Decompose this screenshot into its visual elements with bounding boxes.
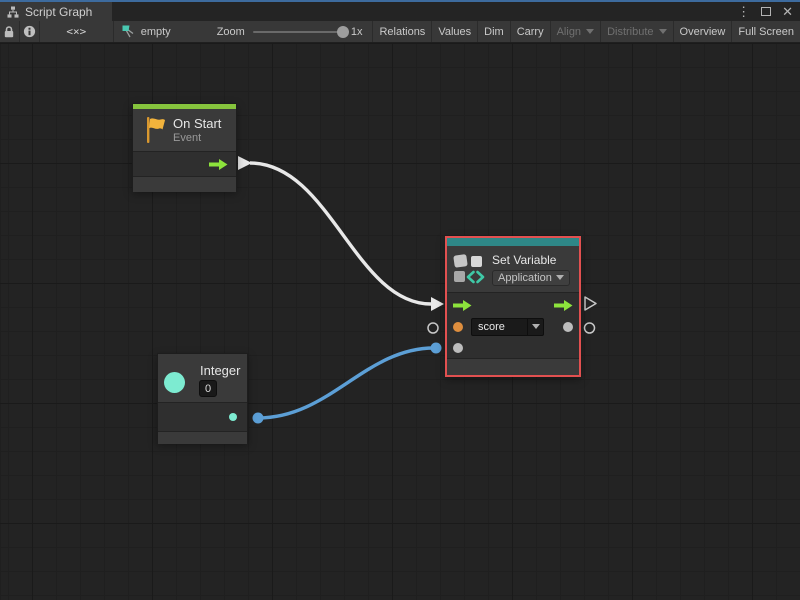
focus-accent-line	[0, 0, 800, 2]
relations-button[interactable]: Relations	[372, 21, 432, 42]
node-titles: On Start Event	[173, 116, 221, 144]
flow-output-pin[interactable]	[585, 297, 596, 310]
zoom-control: Zoom 1x	[181, 21, 373, 42]
graph-toolbar: <×> empty Zoom 1x Relations Values Dim C…	[0, 21, 800, 43]
toolbar-right-group: Relations Values Dim Carry Align Distrib…	[372, 21, 800, 42]
title-bar: Script Graph ⋮ ✕	[0, 0, 800, 21]
chevron-down-icon	[659, 29, 667, 34]
flow-connection-wire[interactable]	[250, 163, 431, 304]
node-footer	[447, 359, 579, 375]
flow-input-port[interactable]	[453, 299, 472, 312]
graph-reference[interactable]: empty	[114, 21, 181, 42]
tab-script-graph[interactable]: Script Graph	[0, 2, 112, 21]
name-input-pin[interactable]	[428, 323, 438, 333]
integer-value-field[interactable]: 0	[199, 380, 217, 397]
inspect-button[interactable]	[20, 21, 40, 42]
flow-wire-end-arrow	[431, 297, 444, 311]
info-icon	[23, 25, 36, 38]
variable-accent-bar	[447, 238, 579, 246]
node-title: Integer	[200, 363, 240, 378]
zoom-slider[interactable]	[253, 31, 343, 33]
distribute-button: Distribute	[601, 21, 673, 42]
close-icon[interactable]: ✕	[782, 5, 793, 18]
set-variable-icon	[452, 252, 486, 286]
zoom-slider-handle[interactable]	[337, 26, 349, 38]
variable-kind-dropdown[interactable]: Application	[492, 270, 570, 286]
chevron-down-icon	[586, 29, 594, 34]
graph-ref-label: empty	[141, 26, 171, 38]
flow-port-row	[447, 295, 579, 316]
node-ports	[133, 152, 236, 176]
script-graph-window: Script Graph ⋮ ✕ <×>	[0, 0, 800, 600]
value-output-port[interactable]	[229, 413, 237, 421]
values-button[interactable]: Values	[432, 21, 478, 42]
variable-name-dropdown-button[interactable]	[527, 318, 544, 336]
graph-ref-icon	[122, 25, 136, 38]
flow-wire-start-arrow[interactable]	[238, 156, 252, 170]
tab-label: Script Graph	[25, 5, 92, 19]
node-header: Set Variable Application	[447, 246, 579, 292]
chevron-down-icon	[556, 275, 564, 280]
fullscreen-button[interactable]: Full Screen	[732, 21, 800, 42]
graph-canvas[interactable]: On Start Event Integer 0	[0, 43, 800, 600]
zoom-value: 1x	[351, 26, 363, 38]
variable-name-input[interactable]: score	[471, 318, 527, 336]
flag-icon	[145, 116, 167, 144]
connection-layer	[0, 43, 800, 600]
dim-button[interactable]: Dim	[478, 21, 511, 42]
node-integer[interactable]: Integer 0	[157, 353, 248, 443]
node-on-start[interactable]: On Start Event	[132, 103, 237, 191]
node-footer	[133, 177, 236, 192]
carry-button[interactable]: Carry	[511, 21, 551, 42]
window-controls: ⋮ ✕	[737, 2, 800, 21]
value-output-pin[interactable]	[585, 323, 595, 333]
zoom-label: Zoom	[217, 26, 245, 38]
value-wire-end-dot[interactable]	[431, 343, 442, 354]
node-title: Set Variable	[492, 253, 570, 267]
variable-name-field: score	[471, 318, 544, 336]
value-input-port[interactable]	[453, 343, 463, 353]
node-title: On Start	[173, 116, 221, 131]
edit-source-button[interactable]: <×>	[40, 21, 114, 42]
value-connection-wire[interactable]	[258, 348, 434, 418]
chevron-down-icon	[532, 324, 540, 329]
value-port-row	[447, 337, 579, 358]
node-titles: Set Variable Application	[492, 253, 570, 286]
value-wire-start-dot[interactable]	[253, 413, 264, 424]
node-set-variable[interactable]: Set Variable Application	[445, 236, 581, 377]
name-input-port[interactable]	[453, 322, 463, 332]
flow-output-port[interactable]	[209, 158, 228, 171]
node-footer	[158, 432, 247, 444]
node-subtitle: Event	[173, 132, 221, 144]
menu-icon[interactable]: ⋮	[737, 5, 750, 18]
name-port-row: score	[447, 316, 579, 337]
maximize-icon[interactable]	[761, 7, 771, 16]
node-ports	[158, 403, 247, 431]
flow-output-port[interactable]	[554, 299, 573, 312]
lock-icon	[3, 25, 15, 39]
variable-kind-label: Application	[498, 272, 552, 284]
overview-button[interactable]: Overview	[674, 21, 733, 42]
integer-type-icon	[164, 372, 185, 393]
align-button: Align	[551, 21, 601, 42]
graph-hierarchy-icon	[7, 6, 19, 18]
node-ports: score	[447, 293, 579, 358]
node-header: On Start Event	[133, 109, 236, 151]
node-header: Integer 0	[158, 354, 247, 402]
value-output-port[interactable]	[563, 322, 573, 332]
lock-button[interactable]	[0, 21, 20, 42]
